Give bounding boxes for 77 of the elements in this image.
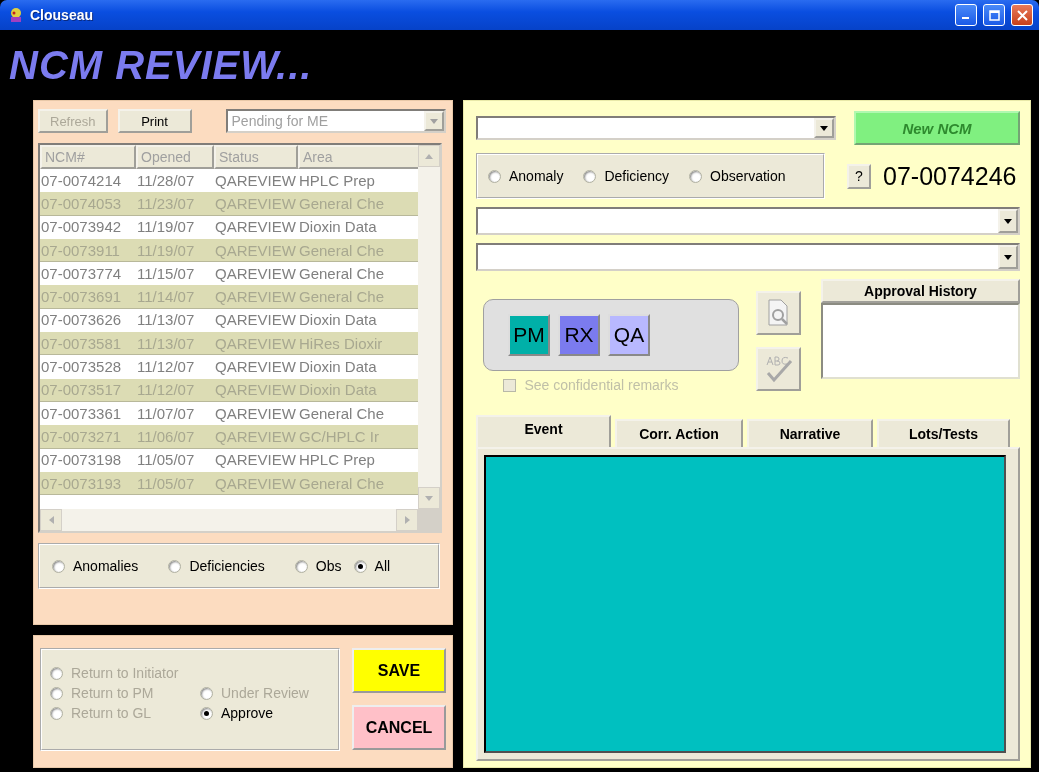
table-cell-text: 07-0073198 [40, 450, 123, 471]
radio-option[interactable]: Obs [294, 558, 342, 574]
table-cell-text: 11/28/07 [136, 170, 196, 191]
radio-option[interactable]: Anomalies [52, 558, 139, 574]
minimize-button[interactable] [955, 4, 977, 26]
window-title: Clouseau [30, 7, 94, 23]
table-cell-text: 07-0073774 [40, 263, 123, 284]
table-cell-text: Dioxin Data [298, 357, 378, 377]
app-icon [8, 7, 24, 23]
tab[interactable]: Corr. Action [615, 419, 743, 447]
category-dropdown[interactable] [476, 207, 1020, 235]
screen-title: NCM REVIEW... [9, 42, 313, 88]
radio-option[interactable]: Anomaly [488, 168, 564, 184]
dropdown-arrow-icon [428, 117, 439, 125]
table-cell-text: QAREVIEW [214, 403, 297, 424]
print-button[interactable]: Print [117, 109, 192, 133]
table-cell-text: QAREVIEW [214, 310, 297, 331]
radio-option[interactable]: Deficiency [583, 168, 670, 184]
table-cell-text: HPLC Prep [298, 450, 376, 471]
role-button[interactable]: RX [558, 314, 600, 356]
radio-option[interactable]: Approve [200, 704, 340, 722]
tab[interactable]: Lots/Tests [877, 419, 1010, 447]
table-cell-text: Dioxin Data [298, 310, 378, 331]
spell-check-icon [763, 355, 794, 383]
close-icon [1016, 9, 1028, 21]
table-cell-text: General Che [298, 263, 386, 284]
radio-option[interactable]: Deficiencies [168, 558, 265, 574]
table-cell-text: QAREVIEW [214, 170, 297, 191]
tab[interactable]: Event [476, 415, 611, 447]
table-cell-text: QAREVIEW [214, 263, 297, 284]
vertical-scrollbar[interactable] [418, 145, 440, 509]
dropdown-arrow-icon [1003, 253, 1013, 261]
spell-check-button[interactable] [756, 347, 801, 391]
horizontal-scrollbar[interactable] [40, 509, 418, 531]
table-cell-text: 11/19/07 [136, 217, 196, 238]
column-header[interactable]: NCM# [40, 145, 136, 169]
help-button[interactable]: ? [847, 163, 871, 189]
column-header[interactable]: Status [214, 145, 298, 169]
table-cell-text: 11/05/07 [136, 450, 196, 471]
maximize-button[interactable] [983, 4, 1005, 26]
table-cell-text: 11/07/07 [136, 403, 196, 424]
table-cell-text: 07-0073528 [40, 357, 123, 377]
radio-option[interactable]: All [353, 558, 391, 574]
table-cell-text: HPLC Prep [298, 170, 376, 191]
scroll-down-icon [424, 494, 434, 502]
dropdown-arrow-icon [1003, 217, 1013, 225]
save-button[interactable]: SAVE [352, 648, 446, 693]
table-cell-text: General Che [298, 403, 386, 424]
approval-history-button[interactable]: Approval History [821, 279, 1020, 303]
table-cell-text: 07-0074214 [40, 170, 123, 191]
subcategory-dropdown[interactable] [476, 243, 1020, 271]
table-cell-text: 11/15/07 [136, 263, 196, 284]
ncm-dropdown[interactable] [476, 116, 836, 140]
maximize-icon [988, 9, 1000, 21]
scroll-up-icon [424, 152, 434, 160]
close-button[interactable] [1011, 4, 1033, 26]
column-header[interactable]: Opened [136, 145, 214, 169]
dropdown-arrow-icon [819, 124, 829, 132]
table-cell-text: QAREVIEW [214, 450, 297, 471]
radio-option[interactable]: Observation [689, 168, 786, 184]
table-cell-text: Dioxin Data [298, 217, 378, 238]
cancel-button[interactable]: CANCEL [352, 705, 446, 750]
preview-button[interactable] [756, 291, 801, 335]
table-cell-text: 07-0073361 [40, 403, 123, 424]
table-cell-text: QAREVIEW [214, 217, 297, 238]
ncm-number: 07-0074246 [883, 161, 1017, 191]
table-cell-text: 07-0073942 [40, 217, 123, 238]
scroll-right-icon [403, 515, 411, 525]
table-cell-text: 07-0073626 [40, 310, 123, 331]
role-button[interactable]: QA [608, 314, 650, 356]
table-cell-text: 11/12/07 [136, 357, 196, 377]
role-button[interactable]: PM [508, 314, 550, 356]
scroll-left-icon [47, 515, 55, 525]
tab[interactable]: Narrative [747, 419, 873, 447]
table-cell-text: 11/13/07 [136, 310, 196, 331]
column-header[interactable]: Area [298, 145, 418, 169]
table-cell-text: QAREVIEW [214, 357, 297, 377]
